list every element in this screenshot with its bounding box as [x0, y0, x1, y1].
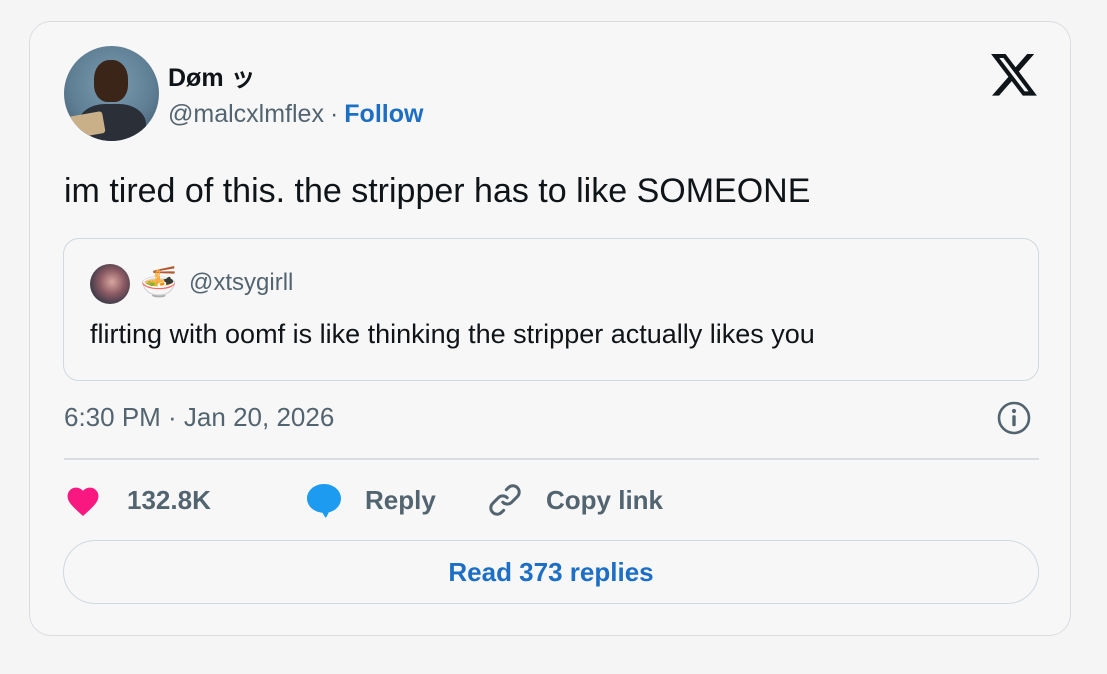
author-avatar[interactable]: [64, 46, 159, 141]
quoted-tweet[interactable]: 🍜 @xtsygirll flirting with oomf is like …: [63, 238, 1039, 381]
like-count: 132.8K: [127, 484, 211, 515]
heart-icon: [67, 487, 99, 516]
quoted-author-emoji: 🍜: [140, 266, 178, 299]
author-handle-row: @malcxlmflex · Follow: [168, 100, 423, 129]
copy-link-label: Copy link: [546, 484, 664, 515]
copy-link-button[interactable]: Copy link: [486, 480, 663, 520]
avatar-face: [94, 60, 128, 102]
link-icon: [489, 484, 521, 516]
like-button[interactable]: 132.8K: [64, 480, 211, 520]
speech-bubble-icon: [307, 484, 341, 518]
quoted-tweet-text: flirting with oomf is like thinking the …: [90, 319, 815, 349]
read-replies-button[interactable]: Read 373 replies: [63, 540, 1039, 604]
action-bar: 132.8K Reply Copy link: [64, 480, 1039, 520]
follow-button[interactable]: Follow: [344, 100, 423, 128]
author-handle[interactable]: @malcxlmflex: [168, 100, 324, 128]
reply-button[interactable]: Reply: [304, 480, 436, 520]
reply-label: Reply: [365, 484, 436, 515]
separator-dot: ·: [329, 100, 339, 128]
author-name[interactable]: Døm ッ: [168, 58, 256, 94]
quoted-author-handle: @xtsygirll: [189, 269, 294, 296]
tweet-timestamp[interactable]: 6:30 PM · Jan 20, 2026: [64, 402, 334, 433]
divider: [64, 458, 1039, 460]
info-icon[interactable]: [996, 400, 1032, 436]
tweet-text: im tired of this. the stripper has to li…: [64, 172, 811, 210]
quoted-author-avatar: [90, 264, 130, 304]
embedded-tweet-card: Døm ッ @malcxlmflex · Follow im tired of th…: [29, 21, 1071, 636]
x-logo-icon[interactable]: [991, 54, 1037, 96]
